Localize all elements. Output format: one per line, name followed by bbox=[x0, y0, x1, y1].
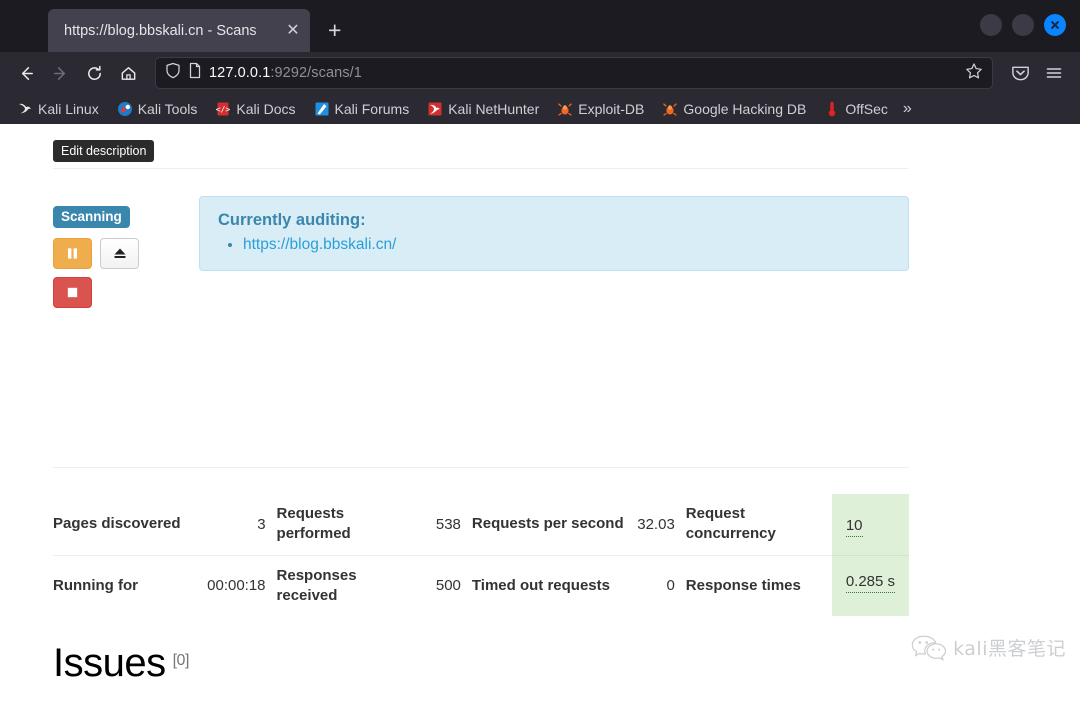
bookmark-kali-docs[interactable]: </> Kali Docs bbox=[206, 101, 304, 117]
divider-mid bbox=[53, 467, 909, 468]
kali-tools-icon bbox=[117, 101, 133, 117]
currently-auditing-list: https://blog.bbskali.cn/ bbox=[218, 236, 890, 254]
bookmarks-overflow-icon[interactable]: » bbox=[897, 100, 912, 118]
google-hacking-db-icon bbox=[662, 101, 678, 117]
new-tab-button[interactable]: + bbox=[328, 19, 341, 42]
window-controls bbox=[980, 14, 1066, 36]
watermark: kali黑客笔记 bbox=[911, 633, 1066, 661]
bookmark-exploit-db[interactable]: Exploit-DB bbox=[548, 101, 653, 117]
stat-label: Request concurrency bbox=[686, 494, 832, 555]
stop-icon bbox=[65, 285, 80, 300]
pause-scan-button[interactable] bbox=[53, 238, 92, 269]
scan-stats-table: Pages discovered 3 Requests performed 53… bbox=[53, 494, 909, 616]
audited-url-link[interactable]: https://blog.bbskali.cn/ bbox=[243, 236, 396, 253]
kali-dragon-icon bbox=[17, 101, 33, 117]
tab-strip: https://blog.bbskali.cn - Scans ✕ + bbox=[0, 0, 1080, 52]
bookmark-offsec[interactable]: OffSec bbox=[815, 101, 897, 117]
bookmark-label: Exploit-DB bbox=[578, 101, 644, 117]
list-item: https://blog.bbskali.cn/ bbox=[243, 236, 890, 254]
eject-icon bbox=[112, 245, 128, 261]
bookmark-label: Kali Forums bbox=[335, 101, 410, 117]
reload-button[interactable] bbox=[78, 57, 110, 89]
bookmark-star-icon[interactable] bbox=[965, 62, 983, 85]
status-badge: Scanning bbox=[53, 206, 130, 228]
bookmark-label: OffSec bbox=[845, 101, 888, 117]
divider-top bbox=[53, 168, 908, 169]
offsec-icon bbox=[824, 101, 840, 117]
pause-icon bbox=[65, 246, 80, 261]
browser-tab[interactable]: https://blog.bbskali.cn - Scans ✕ bbox=[48, 9, 310, 52]
browser-window: https://blog.bbskali.cn - Scans ✕ + bbox=[0, 0, 1080, 705]
stat-label: Pages discovered bbox=[53, 494, 205, 555]
kali-nethunter-icon bbox=[427, 101, 443, 117]
close-icon[interactable]: ✕ bbox=[284, 23, 302, 39]
stat-label: Requests per second bbox=[472, 494, 626, 555]
tab-title: https://blog.bbskali.cn - Scans bbox=[64, 23, 282, 39]
bookmark-label: Kali Linux bbox=[38, 101, 99, 117]
page-info-icon[interactable] bbox=[188, 62, 202, 84]
page-title: Issues [0] bbox=[53, 641, 189, 686]
bookmark-google-hacking-db[interactable]: Google Hacking DB bbox=[653, 101, 815, 117]
back-button[interactable] bbox=[10, 57, 42, 89]
bookmark-kali-linux[interactable]: Kali Linux bbox=[8, 101, 108, 117]
kali-docs-icon: </> bbox=[215, 101, 231, 117]
issues-heading-text: Issues bbox=[53, 641, 166, 685]
svg-text:</>: </> bbox=[216, 105, 231, 114]
exploit-db-icon bbox=[557, 101, 573, 117]
table-row: Pages discovered 3 Requests performed 53… bbox=[53, 494, 909, 555]
bookmark-label: Kali Tools bbox=[138, 101, 198, 117]
bookmark-kali-tools[interactable]: Kali Tools bbox=[108, 101, 207, 117]
minimize-button[interactable] bbox=[980, 14, 1002, 36]
close-window-button[interactable] bbox=[1044, 14, 1066, 36]
stat-value-highlighted: 10 bbox=[832, 494, 909, 555]
eject-scan-button[interactable] bbox=[100, 238, 139, 269]
bookmark-kali-forums[interactable]: Kali Forums bbox=[305, 101, 419, 117]
stat-value-highlighted: 0.285 s bbox=[832, 555, 909, 616]
bookmark-label: Google Hacking DB bbox=[683, 101, 806, 117]
stop-scan-button[interactable] bbox=[53, 277, 92, 308]
app-menu-button[interactable] bbox=[1038, 57, 1070, 89]
stat-label: Requests performed bbox=[277, 494, 421, 555]
issues-total-count: [0] bbox=[173, 652, 189, 669]
bookmark-kali-nethunter[interactable]: Kali NetHunter bbox=[418, 101, 548, 117]
url-path: :9292/scans/1 bbox=[270, 65, 362, 81]
currently-auditing-title: Currently auditing: bbox=[218, 211, 890, 230]
wechat-icon bbox=[911, 633, 947, 661]
stat-label: Running for bbox=[53, 555, 205, 616]
navigation-toolbar: 127.0.0.1:9292/scans/1 bbox=[0, 52, 1080, 94]
stat-value-text: 0.285 s bbox=[846, 573, 895, 593]
stat-value: 00:00:18 bbox=[205, 555, 276, 616]
stat-value: 500 bbox=[421, 555, 472, 616]
shield-icon[interactable] bbox=[165, 62, 181, 84]
bookmark-label: Kali NetHunter bbox=[448, 101, 539, 117]
stat-label: Response times bbox=[686, 555, 832, 616]
edit-description-tooltip: Edit description bbox=[53, 140, 154, 162]
page-content: Edit description Scanning bbox=[0, 136, 1080, 705]
kali-forums-icon bbox=[314, 101, 330, 117]
home-button[interactable] bbox=[112, 57, 144, 89]
url-host: 127.0.0.1 bbox=[209, 65, 270, 81]
address-bar[interactable]: 127.0.0.1:9292/scans/1 bbox=[155, 57, 993, 89]
maximize-button[interactable] bbox=[1012, 14, 1034, 36]
stat-value: 538 bbox=[421, 494, 472, 555]
stat-label: Timed out requests bbox=[472, 555, 626, 616]
forward-button[interactable] bbox=[44, 57, 76, 89]
stat-label: Responses received bbox=[277, 555, 421, 616]
currently-auditing-panel: Currently auditing: https://blog.bbskali… bbox=[199, 196, 909, 271]
stat-value: 32.03 bbox=[626, 494, 686, 555]
url-text[interactable]: 127.0.0.1:9292/scans/1 bbox=[209, 65, 958, 81]
bookmarks-toolbar: Kali Linux Kali Tools </> Kali Docs Kali… bbox=[0, 94, 1080, 124]
bookmark-label: Kali Docs bbox=[236, 101, 295, 117]
table-row: Running for 00:00:18 Responses received … bbox=[53, 555, 909, 616]
stat-value-text: 10 bbox=[846, 517, 863, 537]
pocket-icon[interactable] bbox=[1004, 57, 1036, 89]
stat-value: 3 bbox=[205, 494, 276, 555]
stat-value: 0 bbox=[626, 555, 686, 616]
watermark-text: kali黑客笔记 bbox=[953, 634, 1066, 661]
